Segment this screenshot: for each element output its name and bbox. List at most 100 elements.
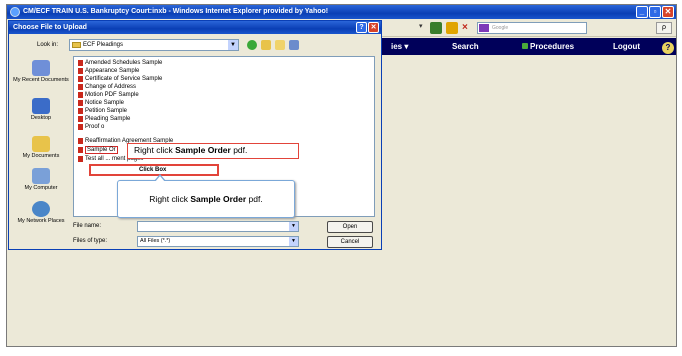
dialog-close-button[interactable]: ✕ (368, 22, 379, 33)
view-menu-icon[interactable] (289, 40, 299, 50)
lookin-select[interactable]: ECF Pleadings ▼ (69, 39, 239, 51)
place-my-computer[interactable]: My Computer (13, 168, 69, 191)
recent-documents-icon (32, 60, 50, 76)
chevron-down-icon[interactable]: ▼ (289, 237, 298, 246)
list-item[interactable]: Notice Sample (78, 99, 124, 107)
back-icon[interactable] (247, 40, 257, 50)
filetype-label: Files of type: (73, 238, 108, 244)
help-icon[interactable]: ? (662, 42, 674, 54)
list-item-sample-order[interactable]: Sample Or (78, 146, 118, 154)
folder-icon (72, 42, 81, 48)
list-item[interactable]: Pleading Sample (78, 115, 130, 123)
search-button[interactable]: ρ (656, 22, 672, 34)
close-window-button[interactable]: ✕ (662, 6, 674, 18)
pdf-file-icon (78, 100, 83, 106)
place-label: Desktop (30, 115, 52, 121)
pdf-file-icon (78, 116, 83, 122)
caption-prefix: Right click (134, 145, 176, 155)
place-my-recent-documents[interactable]: My Recent Documents (13, 60, 69, 83)
lookin-label: Look in: (37, 42, 59, 48)
pdf-file-icon (78, 60, 83, 66)
chevron-down-icon[interactable]: ▼ (228, 40, 238, 50)
place-my-network-places[interactable]: My Network Places (13, 201, 69, 224)
app-body (367, 55, 676, 346)
my-documents-icon (32, 136, 50, 152)
filetype-row: Files of type: All Files (*.*) ▼ Cancel (73, 236, 373, 248)
places-bar: My Recent Documents Desktop My Documents… (13, 56, 69, 226)
nav-search[interactable]: Search (452, 42, 479, 51)
pdf-file-icon (78, 147, 83, 153)
list-item[interactable]: Proof o (78, 123, 104, 131)
list-item[interactable]: Motion PDF Sample (78, 91, 139, 99)
instruction-caption: Right click Sample Order pdf. (127, 143, 299, 159)
go-icon[interactable] (430, 22, 442, 34)
lookin-value: ECF Pleadings (83, 42, 124, 48)
filetype-select[interactable]: All Files (*.*) ▼ (137, 236, 299, 247)
click-box-label: Click Box (139, 167, 167, 173)
procedures-icon (522, 43, 528, 49)
list-item[interactable]: Certificate of Service Sample (78, 75, 162, 83)
search-placeholder: Google (492, 25, 509, 31)
desktop-icon (32, 98, 50, 114)
list-item[interactable]: Amended Schedules Sample (78, 59, 162, 67)
dialog-title: Choose File to Upload (13, 24, 87, 31)
address-dropdown-icon[interactable]: ▾ (419, 22, 427, 34)
open-button[interactable]: Open (327, 221, 373, 233)
filename-row: File name: ▼ Open (73, 221, 373, 233)
ie-title-bar: CM/ECF TRAIN U.S. Bankruptcy Court:inxb … (7, 5, 676, 19)
nav-procedures[interactable]: Procedures (522, 42, 574, 51)
cancel-button[interactable]: Cancel (327, 236, 373, 248)
dialog-toolbar (247, 40, 299, 50)
search-input[interactable]: Google (477, 22, 587, 34)
nav-utilities[interactable]: ies ▾ (391, 42, 408, 51)
caption-suffix: pdf. (230, 145, 248, 155)
cmecf-navbar: ies ▾ Search Procedures Logout ? (367, 38, 676, 55)
refresh-icon[interactable] (446, 22, 458, 34)
instruction-callout: Right click Sample Order pdf. (117, 174, 295, 218)
window-controls: _ ▫ ✕ (636, 6, 674, 18)
pdf-file-icon (78, 138, 83, 144)
filetype-value: All Files (*.*) (140, 238, 171, 244)
pdf-file-icon (78, 92, 83, 98)
pdf-file-icon (78, 108, 83, 114)
pdf-file-icon (78, 68, 83, 74)
nav-procedures-label: Procedures (530, 42, 575, 51)
ie-logo-icon (10, 7, 20, 17)
dialog-controls: ? ✕ (356, 22, 379, 33)
pdf-file-icon (78, 124, 83, 130)
up-folder-icon[interactable] (261, 40, 271, 50)
lookin-row: Look in: ECF Pleadings ▼ (13, 39, 373, 53)
caption-bold: Sample Order (175, 145, 231, 155)
callout-bold: Sample Order (190, 194, 247, 204)
tutorial-screenshot-frame: CM/ECF TRAIN U.S. Bankruptcy Court:inxb … (6, 4, 677, 347)
place-label: My Network Places (17, 218, 65, 224)
filename-label: File name: (73, 223, 102, 229)
dialog-help-button[interactable]: ? (356, 22, 367, 33)
place-label: My Recent Documents (13, 77, 69, 83)
callout-prefix: Right click (149, 194, 191, 204)
yahoo-logo-icon (479, 24, 489, 32)
nav-logout[interactable]: Logout (613, 42, 640, 51)
window-title: CM/ECF TRAIN U.S. Bankruptcy Court:inxb … (23, 8, 329, 15)
place-label: My Documents (22, 153, 60, 159)
new-folder-icon[interactable] (275, 40, 285, 50)
list-item[interactable]: Change of Address (78, 83, 136, 91)
my-computer-icon (32, 168, 50, 184)
place-my-documents[interactable]: My Documents (13, 136, 69, 159)
ie-toolbar: ▾ × Google ρ (367, 19, 676, 37)
place-label: My Computer (24, 185, 58, 191)
list-item[interactable]: Petition Sample (78, 107, 127, 115)
pdf-file-icon (78, 76, 83, 82)
stop-icon[interactable]: × (462, 22, 468, 34)
callout-suffix: pdf. (246, 194, 263, 204)
pdf-file-icon (78, 156, 83, 162)
pdf-file-icon (78, 84, 83, 90)
minimize-button[interactable]: _ (636, 6, 648, 18)
maximize-button[interactable]: ▫ (649, 6, 661, 18)
list-item[interactable]: Appearance Sample (78, 67, 139, 75)
dialog-title-bar: Choose File to Upload ? ✕ (9, 21, 381, 34)
network-places-icon (32, 201, 50, 217)
filename-input[interactable]: ▼ (137, 221, 299, 232)
chevron-down-icon[interactable]: ▼ (289, 222, 298, 231)
place-desktop[interactable]: Desktop (13, 98, 69, 121)
